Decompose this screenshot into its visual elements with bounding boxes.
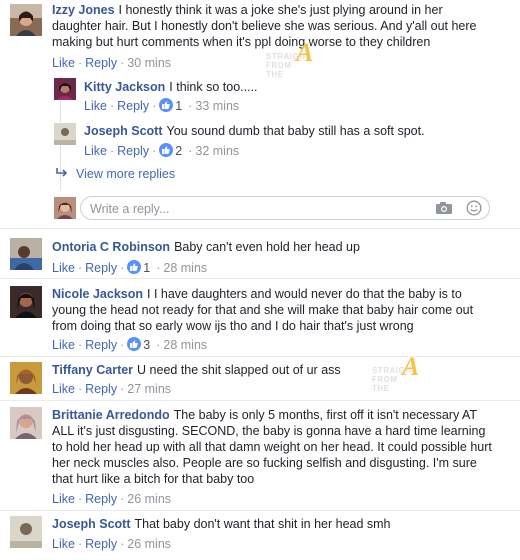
like-count[interactable]: 2: [175, 144, 182, 158]
comment-body: Ontoria C Robinson Baby can't even hold h…: [52, 239, 492, 255]
comment-actions: Like · Reply · 26 mins: [52, 537, 172, 551]
divider: [0, 356, 520, 357]
comment-author[interactable]: Joseph Scott: [84, 124, 163, 138]
comment-actions: Like · Reply · 26 mins: [52, 492, 172, 506]
comment-author[interactable]: Nicole Jackson: [52, 287, 143, 301]
timestamp[interactable]: 27 mins: [127, 382, 171, 396]
like-link[interactable]: Like: [52, 537, 75, 551]
reply-link[interactable]: Reply: [85, 537, 117, 551]
avatar[interactable]: [10, 407, 42, 439]
comment-author[interactable]: Joseph Scott: [52, 517, 131, 531]
comment-text: I honestly think it was a joke she's jus…: [52, 3, 477, 49]
view-more-replies-label: View more replies: [76, 167, 176, 181]
comment-text: You sound dumb that baby still has a sof…: [166, 124, 425, 138]
comment-author[interactable]: Tiffany Carter: [52, 363, 133, 377]
avatar[interactable]: [10, 238, 42, 270]
like-link[interactable]: Like: [52, 492, 75, 506]
smiley-icon[interactable]: [466, 200, 482, 216]
like-count[interactable]: 1: [175, 99, 182, 113]
timestamp[interactable]: 26 mins: [127, 492, 171, 506]
like-link[interactable]: Like: [52, 261, 75, 275]
divider: [0, 400, 520, 401]
comment-text: Baby can't even hold her head up: [174, 240, 360, 254]
reply-input[interactable]: [90, 201, 420, 217]
reply-link[interactable]: Reply: [85, 261, 117, 275]
reply-link[interactable]: Reply: [85, 492, 117, 506]
divider: [0, 228, 520, 229]
comment-author[interactable]: Brittanie Arredondo: [52, 408, 170, 422]
reply-link[interactable]: Reply: [85, 338, 117, 352]
like-link[interactable]: Like: [84, 144, 107, 158]
timestamp[interactable]: 28 mins: [163, 338, 207, 352]
comment-text: I think so too.....: [169, 80, 258, 94]
thumbs-up-icon[interactable]: [159, 98, 174, 112]
avatar[interactable]: [10, 516, 42, 548]
divider: [0, 278, 520, 279]
timestamp[interactable]: 28 mins: [163, 261, 207, 275]
reply-arrow-icon: [56, 166, 68, 182]
comment-izzy-jones: Izzy Jones I honestly think it was a joke…: [0, 0, 520, 76]
comment-nicole-jackson: Nicole Jackson I I have daughters and wou…: [0, 282, 520, 356]
divider: [0, 510, 520, 511]
reply-joseph-scott: Joseph Scott You sound dumb that baby sti…: [0, 120, 520, 164]
avatar[interactable]: [54, 78, 76, 100]
avatar[interactable]: [10, 286, 42, 318]
comment-author[interactable]: Kitty Jackson: [84, 80, 165, 94]
comment-body: Joseph Scott You sound dumb that baby sti…: [84, 123, 504, 139]
like-link[interactable]: Like: [52, 382, 75, 396]
comment-actions: Like · Reply · 3 · 28 mins: [52, 337, 208, 352]
thumbs-up-icon[interactable]: [159, 143, 174, 157]
thumbs-up-icon[interactable]: [127, 260, 142, 274]
comment-ontoria-robinson: Ontoria C Robinson Baby can't even hold h…: [0, 234, 520, 278]
comment-tiffany-carter: Tiffany Carter U need the shit slapped ou…: [0, 358, 520, 402]
comment-actions: Like · Reply · 30 mins: [52, 56, 172, 70]
timestamp[interactable]: 26 mins: [127, 537, 171, 551]
timestamp[interactable]: 33 mins: [195, 99, 239, 113]
comment-actions: Like · Reply · 1 · 28 mins: [52, 260, 208, 275]
timestamp[interactable]: 30 mins: [127, 56, 171, 70]
comment-body: Brittanie Arredondo The baby is only 5 mo…: [52, 407, 492, 487]
comment-body: Izzy Jones I honestly think it was a joke…: [52, 2, 492, 50]
comment-actions: Like · Reply · 2 · 32 mins: [84, 143, 240, 158]
avatar[interactable]: [10, 362, 42, 394]
avatar[interactable]: [54, 197, 76, 219]
comment-joseph-scott: Joseph Scott That baby don't want that sh…: [0, 512, 520, 560]
comment-body: Joseph Scott That baby don't want that sh…: [52, 516, 492, 532]
like-count[interactable]: 3: [143, 338, 150, 352]
reply-link[interactable]: Reply: [85, 56, 117, 70]
comment-author[interactable]: Ontoria C Robinson: [52, 240, 170, 254]
like-link[interactable]: Like: [52, 338, 75, 352]
reply-link[interactable]: Reply: [85, 382, 117, 396]
like-link[interactable]: Like: [52, 56, 75, 70]
comment-body: Nicole Jackson I I have daughters and wou…: [52, 286, 492, 334]
camera-icon[interactable]: [435, 201, 453, 215]
thumbs-up-icon[interactable]: [127, 337, 142, 351]
reply-kitty-jackson: Kitty Jackson I think so too..... Like · Re…: [0, 76, 520, 118]
reply-input-box[interactable]: [80, 196, 490, 220]
comment-actions: Like · Reply · 1 · 33 mins: [84, 98, 240, 113]
view-more-replies-link[interactable]: View more replies: [56, 166, 175, 182]
like-count[interactable]: 1: [143, 261, 150, 275]
comment-text: That baby don't want that shit in her he…: [134, 517, 391, 531]
watermark: STRAIGHT FROM THE A: [266, 38, 314, 80]
avatar[interactable]: [10, 4, 42, 36]
comment-author[interactable]: Izzy Jones: [52, 3, 115, 17]
reply-link[interactable]: Reply: [117, 144, 149, 158]
avatar[interactable]: [54, 123, 76, 145]
reply-link[interactable]: Reply: [117, 99, 149, 113]
watermark: STRAIGHT FROM THE A: [372, 352, 420, 394]
comment-brittanie-arredondo: Brittanie Arredondo The baby is only 5 mo…: [0, 403, 520, 509]
comment-body: Kitty Jackson I think so too.....: [84, 79, 504, 95]
comment-body: Tiffany Carter U need the shit slapped ou…: [52, 362, 492, 378]
comment-actions: Like · Reply · 27 mins: [52, 382, 172, 396]
comment-text: U need the shit slapped out of ur ass: [137, 363, 341, 377]
timestamp[interactable]: 32 mins: [195, 144, 239, 158]
like-link[interactable]: Like: [84, 99, 107, 113]
